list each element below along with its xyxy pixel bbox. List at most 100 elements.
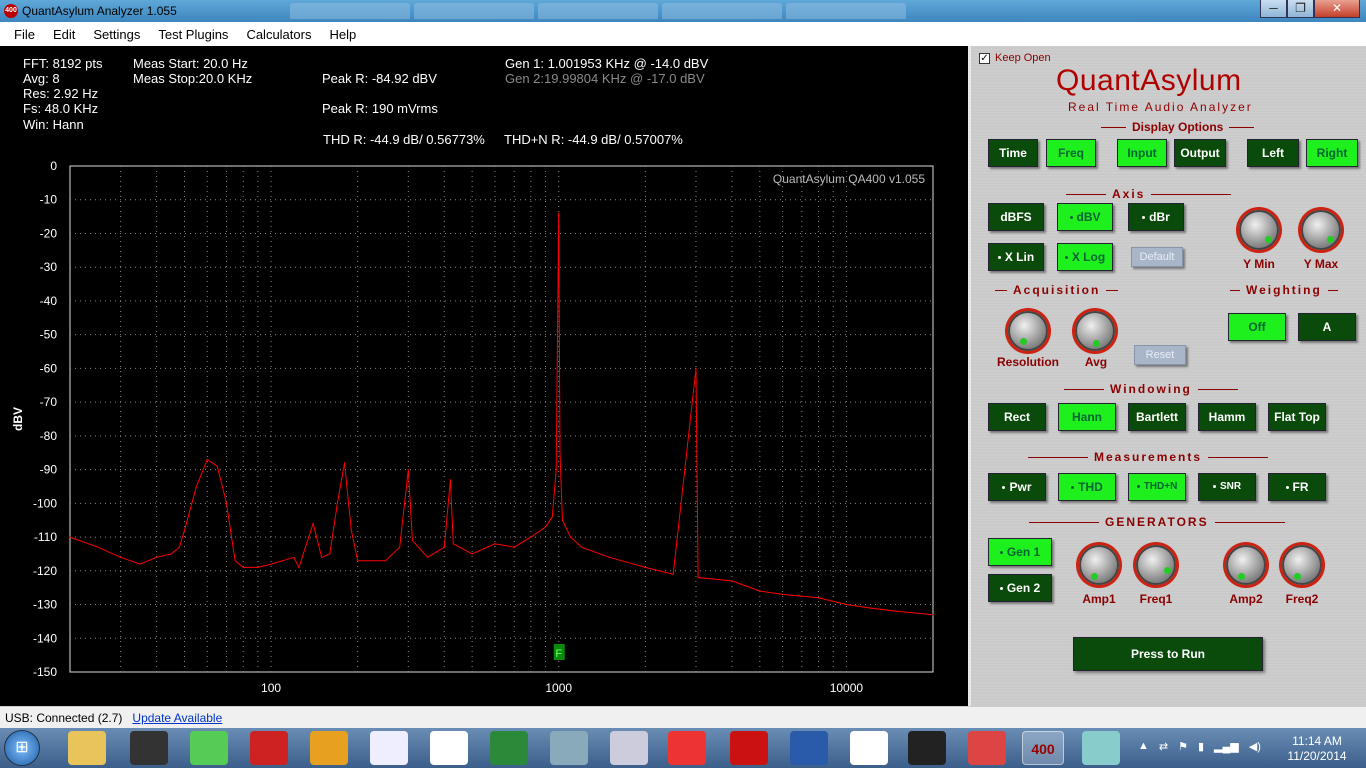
word-icon[interactable] bbox=[790, 731, 828, 765]
tray-flag-icon[interactable]: ⚑ bbox=[1178, 740, 1188, 753]
spectrum-data-point bbox=[120, 556, 122, 558]
close-button[interactable]: ✕ bbox=[1314, 0, 1360, 18]
menu-file[interactable]: File bbox=[0, 27, 44, 42]
spectrum-data-point bbox=[471, 553, 473, 555]
spectrum-data-point bbox=[329, 553, 331, 555]
ltspice-icon[interactable] bbox=[250, 731, 288, 765]
weighting-a-button[interactable]: A bbox=[1298, 313, 1356, 341]
amp2-label: Amp2 bbox=[1229, 592, 1263, 606]
fox-icon[interactable] bbox=[850, 731, 888, 765]
right-button[interactable]: Right bbox=[1306, 139, 1358, 167]
amp2-knob[interactable] bbox=[1226, 545, 1266, 585]
spectrum-data-point bbox=[868, 607, 870, 609]
bartlett-button[interactable]: Bartlett bbox=[1128, 403, 1186, 431]
hamm-button[interactable]: Hamm bbox=[1198, 403, 1256, 431]
gen2-button[interactable]: Gen 2 bbox=[988, 574, 1052, 602]
cursor-icon[interactable] bbox=[430, 731, 468, 765]
amp1-knob[interactable] bbox=[1079, 545, 1119, 585]
thdn-button[interactable]: THD+N bbox=[1128, 473, 1186, 501]
calculator-icon[interactable] bbox=[610, 731, 648, 765]
time-button[interactable]: Time bbox=[988, 139, 1038, 167]
audio-icon[interactable] bbox=[310, 731, 348, 765]
clock[interactable]: 11:14 AM 11/20/2014 bbox=[1285, 734, 1349, 764]
spectrum-data-point bbox=[561, 519, 564, 521]
section-measurements: Measurements bbox=[1028, 450, 1269, 464]
resolution-knob[interactable] bbox=[1008, 311, 1048, 351]
spectrum-data-point bbox=[443, 546, 445, 548]
y-tick-label: -120 bbox=[33, 564, 57, 578]
crop-icon[interactable] bbox=[908, 731, 946, 765]
section-axis: Axis bbox=[1066, 187, 1232, 201]
tray-network-icon[interactable]: ⇄ bbox=[1159, 740, 1168, 753]
freq1-knob[interactable] bbox=[1136, 545, 1176, 585]
flat-top-button[interactable]: Flat Top bbox=[1268, 403, 1326, 431]
tray-signal-icon[interactable]: ▂▄▆ bbox=[1214, 740, 1239, 753]
fan-icon[interactable] bbox=[130, 731, 168, 765]
maximize-button[interactable]: ❐ bbox=[1287, 0, 1314, 18]
spectrum-chart[interactable]: 0 -10 -20 -30 -40 -50 -60 -70 -80 -90 -100 -110 -120… bbox=[0, 46, 968, 706]
rect-button[interactable]: Rect bbox=[988, 403, 1046, 431]
update-available-link[interactable]: Update Available bbox=[132, 711, 222, 725]
board-icon[interactable] bbox=[550, 731, 588, 765]
paint-icon[interactable] bbox=[1082, 731, 1120, 765]
input-button[interactable]: Input bbox=[1117, 139, 1167, 167]
output-button[interactable]: Output bbox=[1174, 139, 1226, 167]
dbfs-button[interactable]: dBFS bbox=[988, 203, 1044, 231]
checkbox-mark[interactable]: ✓ bbox=[979, 52, 990, 64]
dbv-button[interactable]: dBV bbox=[1057, 203, 1113, 231]
thd-button[interactable]: THD bbox=[1058, 473, 1116, 501]
menu-test-plugins[interactable]: Test Plugins bbox=[149, 27, 237, 42]
keep-open-label: Keep Open bbox=[995, 52, 1051, 64]
acrobat-icon[interactable] bbox=[730, 731, 768, 765]
tray-battery-icon[interactable]: ▮ bbox=[1198, 740, 1204, 753]
y-tick-label: -40 bbox=[40, 294, 58, 308]
reset-button[interactable]: Reset bbox=[1134, 345, 1186, 365]
press-to-run-button[interactable]: Press to Run bbox=[1073, 637, 1263, 671]
chrome-icon[interactable] bbox=[668, 731, 706, 765]
taskbar: ⊞ 400 ▲ ⇄ ⚑ ▮ ▂▄▆ ◀) 11:14 AM 11/20/2014 bbox=[0, 728, 1366, 768]
brand-subtitle: Real Time Audio Analyzer bbox=[1068, 100, 1253, 114]
tray-arrow-icon[interactable]: ▲ bbox=[1138, 740, 1149, 753]
menu-help[interactable]: Help bbox=[320, 27, 365, 42]
y-tick-label: -150 bbox=[33, 665, 57, 679]
ymin-knob[interactable] bbox=[1239, 210, 1279, 250]
excel-icon[interactable] bbox=[490, 731, 528, 765]
y-tick-label: -140 bbox=[33, 631, 57, 645]
menu-calculators[interactable]: Calculators bbox=[237, 27, 320, 42]
amp1-label: Amp1 bbox=[1082, 592, 1116, 606]
minimize-button[interactable]: ─ bbox=[1260, 0, 1287, 18]
dbr-button[interactable]: dBr bbox=[1128, 203, 1184, 231]
freq-button[interactable]: Freq bbox=[1046, 139, 1096, 167]
gen1-button[interactable]: Gen 1 bbox=[988, 538, 1052, 566]
tray-volume-icon[interactable]: ◀) bbox=[1249, 740, 1261, 753]
qa400-icon[interactable]: 400 bbox=[1022, 731, 1064, 765]
pwr-button[interactable]: Pwr bbox=[988, 473, 1046, 501]
hann-button[interactable]: Hann bbox=[1058, 403, 1116, 431]
windows-start-icon[interactable]: ⊞ bbox=[4, 730, 40, 766]
avg-knob[interactable] bbox=[1075, 311, 1115, 351]
media-icon[interactable] bbox=[968, 731, 1006, 765]
snr-button[interactable]: SNR bbox=[1198, 473, 1256, 501]
xlog-button[interactable]: X Log bbox=[1057, 243, 1113, 271]
keep-open-checkbox[interactable]: ✓ Keep Open bbox=[979, 52, 1051, 64]
spectrum-data-point bbox=[183, 529, 186, 531]
spectrum-data-point bbox=[270, 563, 272, 565]
default-button[interactable]: Default bbox=[1131, 247, 1183, 267]
x-tick-label: 1000 bbox=[545, 681, 572, 695]
folder-icon[interactable] bbox=[68, 731, 106, 765]
section-windowing: Windowing bbox=[1064, 382, 1238, 396]
menu-edit[interactable]: Edit bbox=[44, 27, 84, 42]
spectrum-data-point bbox=[551, 516, 553, 518]
xlin-button[interactable]: X Lin bbox=[988, 243, 1044, 271]
section-generators: GENERATORS bbox=[1029, 515, 1285, 529]
freq2-knob[interactable] bbox=[1282, 545, 1322, 585]
circuit-icon[interactable] bbox=[190, 731, 228, 765]
system-tray[interactable]: ▲ ⇄ ⚑ ▮ ▂▄▆ ◀) bbox=[1138, 740, 1261, 753]
ymax-knob[interactable] bbox=[1301, 210, 1341, 250]
fr-button[interactable]: FR bbox=[1268, 473, 1326, 501]
ymax-label: Y Max bbox=[1303, 257, 1339, 271]
lv-icon[interactable] bbox=[370, 731, 408, 765]
menu-settings[interactable]: Settings bbox=[84, 27, 149, 42]
weighting-off-button[interactable]: Off bbox=[1228, 313, 1286, 341]
left-button[interactable]: Left bbox=[1247, 139, 1299, 167]
